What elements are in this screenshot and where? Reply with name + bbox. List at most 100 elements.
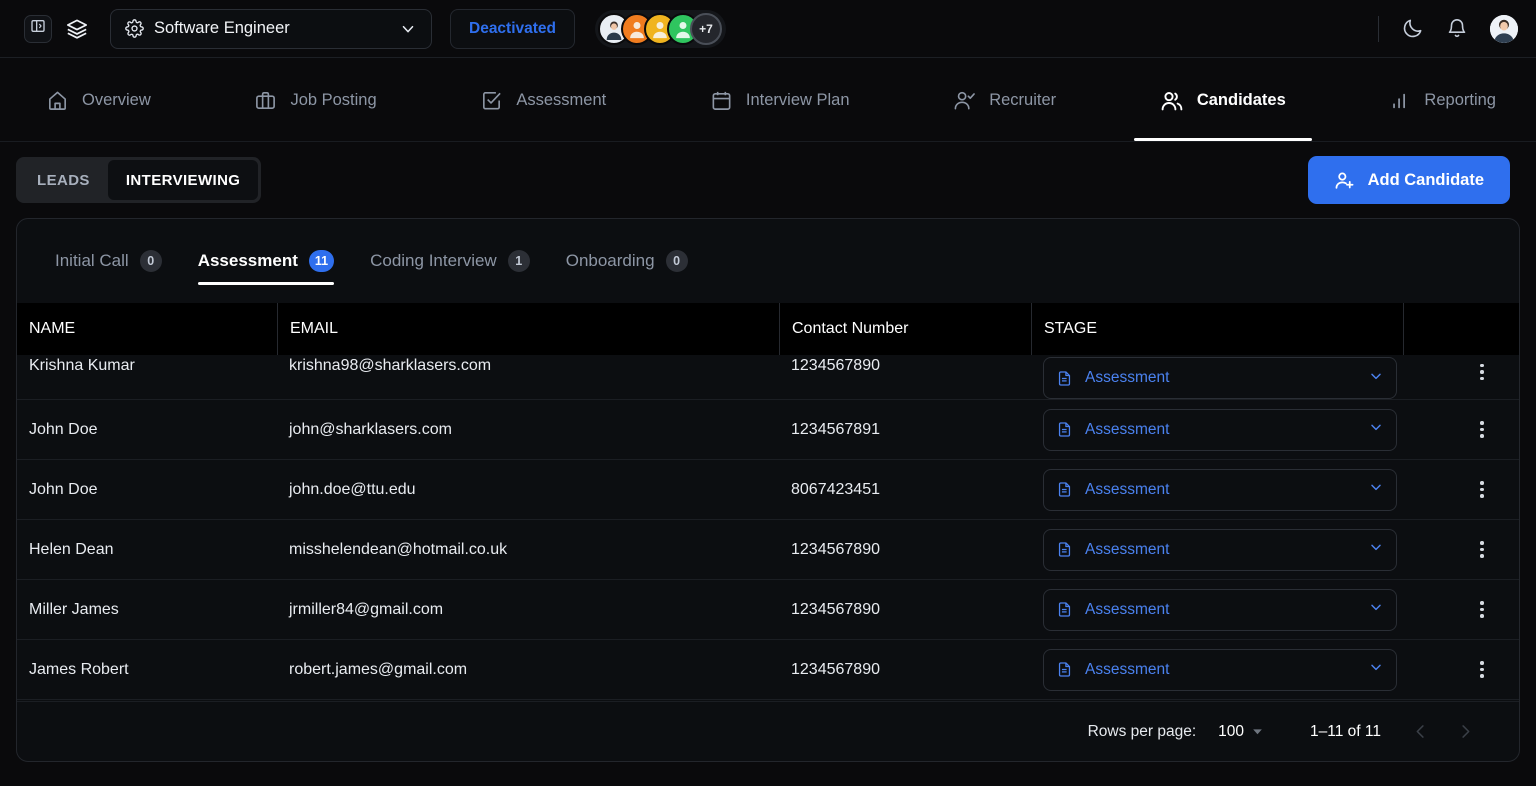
nav-item-candidates[interactable]: Candidates: [1133, 58, 1312, 141]
stage-tab-count: 0: [139, 250, 162, 272]
more-vertical-icon[interactable]: [1467, 415, 1497, 445]
more-vertical-icon[interactable]: [1467, 535, 1497, 565]
cell-actions: [1403, 460, 1519, 519]
stage-dropdown[interactable]: Assessment: [1043, 528, 1397, 571]
nav-item-overview[interactable]: Overview: [46, 58, 151, 141]
chevron-down-icon[interactable]: [1251, 725, 1264, 738]
chevron-down-icon: [1368, 659, 1384, 680]
table-row[interactable]: Krishna Kumar krishna98@sharklasers.com …: [17, 355, 1519, 400]
avatar-group[interactable]: +7: [595, 9, 727, 48]
cell-name: John Doe: [29, 480, 98, 498]
cell-actions: [1403, 355, 1519, 399]
chevron-down-icon: [1368, 368, 1384, 389]
toggle-leads[interactable]: LEADS: [19, 160, 108, 200]
stage-dropdown[interactable]: Assessment: [1043, 357, 1397, 399]
cell-actions: [1403, 400, 1519, 459]
stage-tab-assessment[interactable]: Assessment 11: [180, 219, 352, 303]
document-icon: [1056, 661, 1073, 678]
cell-actions: [1403, 520, 1519, 579]
cell-email: jrmiller84@gmail.com: [289, 600, 444, 618]
check-square-icon: [480, 89, 503, 112]
avatar-overflow-count[interactable]: +7: [690, 12, 723, 45]
profile-avatar[interactable]: [1490, 14, 1518, 43]
top-header-bar: Software Engineer Deactivated +7: [0, 0, 1536, 58]
more-vertical-icon[interactable]: [1467, 595, 1497, 625]
nav-item-reporting[interactable]: Reporting: [1389, 58, 1496, 141]
column-header-contact-number: Contact Number: [779, 303, 1031, 355]
nav-label: Candidates: [1196, 91, 1286, 109]
chevron-left-icon[interactable]: [1411, 722, 1430, 741]
nav-item-recruiter[interactable]: Recruiter: [953, 58, 1056, 141]
cell-stage: Assessment: [1031, 580, 1403, 639]
more-vertical-icon[interactable]: [1467, 357, 1497, 387]
stage-value: Assessment: [1085, 420, 1170, 438]
role-select-label: Software Engineer: [154, 19, 290, 37]
add-candidate-button[interactable]: Add Candidate: [1307, 156, 1510, 204]
cell-actions: [1403, 580, 1519, 639]
sidebar-toggle-icon: [30, 18, 46, 39]
cell-stage: Assessment: [1031, 460, 1403, 519]
column-header-stage: STAGE: [1031, 303, 1403, 355]
nav-item-job-posting[interactable]: Job Posting: [254, 58, 377, 141]
stage-tab-coding-interview[interactable]: Coding Interview 1: [352, 219, 548, 303]
briefcase-icon: [254, 89, 277, 112]
column-header-name: NAME: [29, 320, 76, 337]
stage-tab-label: Onboarding: [565, 251, 655, 270]
rows-per-page-value[interactable]: 100: [1218, 723, 1244, 741]
stage-tab-count: 1: [507, 250, 530, 272]
stage-dropdown[interactable]: Assessment: [1043, 468, 1397, 511]
bell-icon[interactable]: [1446, 18, 1468, 40]
user-plus-icon: [1334, 170, 1355, 191]
nav-item-assessment[interactable]: Assessment: [480, 58, 606, 141]
cell-email: misshelendean@hotmail.co.uk: [289, 540, 508, 558]
cell-phone: 1234567891: [791, 420, 880, 438]
table-row[interactable]: John Doe john@sharklasers.com 1234567891…: [17, 400, 1519, 460]
column-header-actions: [1403, 303, 1519, 355]
layers-icon[interactable]: [66, 18, 88, 40]
role-select[interactable]: Software Engineer: [110, 8, 432, 49]
chevron-right-icon[interactable]: [1456, 722, 1475, 741]
chevron-down-icon: [1368, 479, 1384, 500]
cell-stage: Assessment: [1031, 640, 1403, 699]
more-vertical-icon[interactable]: [1467, 655, 1497, 685]
pagination-range: 1–11 of 11: [1310, 722, 1381, 740]
candidates-card: Initial Call 0 Assessment 11 Coding Inte…: [16, 218, 1520, 762]
cell-phone: 8067423451: [791, 480, 880, 498]
calendar-icon: [710, 89, 733, 112]
toggle-interviewing[interactable]: INTERVIEWING: [107, 160, 259, 200]
stage-tab-bar: Initial Call 0 Assessment 11 Coding Inte…: [17, 219, 1519, 303]
table-row[interactable]: Miller James jrmiller84@gmail.com 123456…: [17, 580, 1519, 640]
status-button[interactable]: Deactivated: [450, 8, 576, 49]
document-icon: [1056, 541, 1073, 558]
more-vertical-icon[interactable]: [1467, 475, 1497, 505]
stage-tab-initial-call[interactable]: Initial Call 0: [37, 219, 180, 303]
cell-email: john@sharklasers.com: [289, 420, 452, 438]
table-row[interactable]: Helen Dean misshelendean@hotmail.co.uk 1…: [17, 520, 1519, 580]
gear-icon: [125, 19, 144, 38]
stage-value: Assessment: [1085, 600, 1170, 618]
cell-name: James Robert: [29, 660, 129, 678]
main-navigation: Overview Job Posting Assessment Intervie…: [0, 58, 1536, 142]
stage-dropdown[interactable]: Assessment: [1043, 648, 1397, 691]
table-pagination: Rows per page: 100 1–11 of 11: [17, 701, 1519, 761]
nav-label: Interview Plan: [745, 91, 850, 109]
stage-value: Assessment: [1085, 660, 1170, 678]
sidebar-toggle-button[interactable]: [24, 14, 52, 43]
stage-value: Assessment: [1085, 480, 1170, 498]
cell-email: krishna98@sharklasers.com: [289, 357, 492, 374]
stage-dropdown[interactable]: Assessment: [1043, 588, 1397, 631]
chevron-down-icon: [399, 20, 417, 38]
table-row[interactable]: John Doe john.doe@ttu.edu 8067423451 Ass…: [17, 460, 1519, 520]
stage-tab-count: 11: [308, 250, 335, 272]
moon-icon[interactable]: [1401, 17, 1424, 40]
table-row[interactable]: James Robert robert.james@gmail.com 1234…: [17, 640, 1519, 700]
nav-item-interview-plan[interactable]: Interview Plan: [710, 58, 850, 141]
cell-phone: 1234567890: [791, 660, 880, 678]
document-icon: [1056, 601, 1073, 618]
cell-email: robert.james@gmail.com: [289, 660, 468, 678]
cell-stage: Assessment: [1031, 520, 1403, 579]
document-icon: [1056, 421, 1073, 438]
stage-dropdown[interactable]: Assessment: [1043, 408, 1397, 451]
nav-label: Assessment: [516, 91, 607, 109]
stage-tab-onboarding[interactable]: Onboarding 0: [548, 219, 706, 303]
